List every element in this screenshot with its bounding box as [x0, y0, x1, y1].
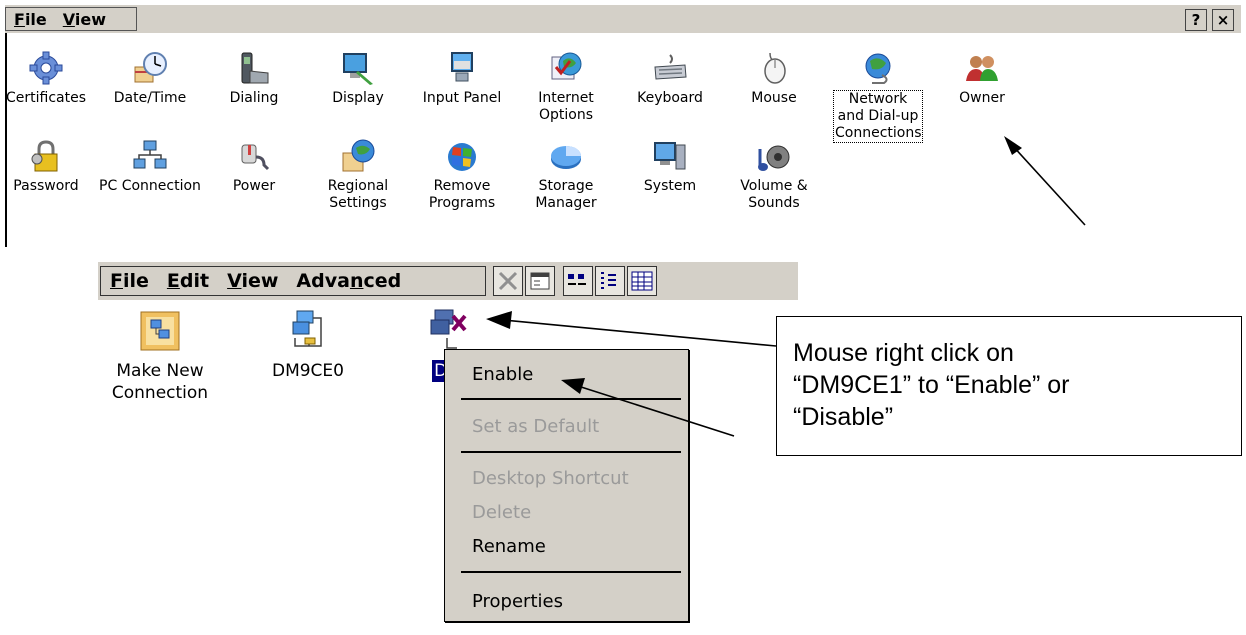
- arrow-to-dm9ce1: [502, 319, 777, 347]
- arrow-head: [486, 311, 512, 329]
- arrow-to-network-item: [1011, 144, 1086, 226]
- annotation-arrows: [486, 136, 1086, 437]
- arrow-to-enable: [577, 385, 735, 437]
- arrow-head: [561, 378, 585, 394]
